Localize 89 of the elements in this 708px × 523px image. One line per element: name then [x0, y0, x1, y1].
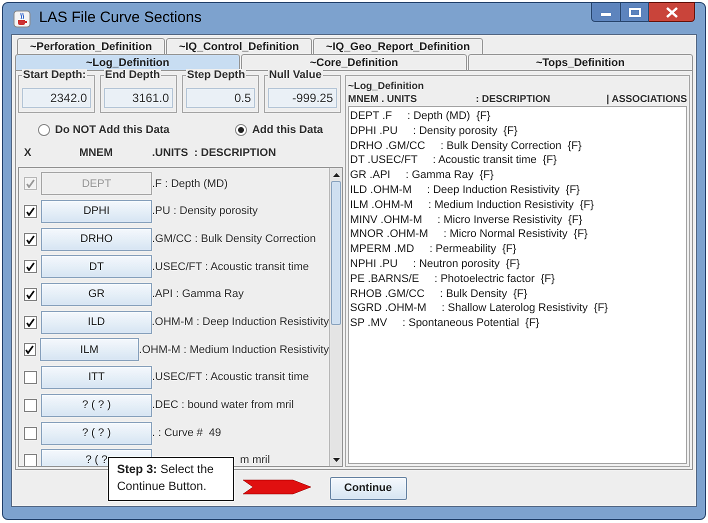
- definition-line: GR .API : Gamma Ray {F}: [350, 168, 495, 183]
- radio-button[interactable]: [38, 124, 50, 136]
- tab[interactable]: ~IQ_Geo_Report_Definition: [313, 38, 483, 54]
- checkbox[interactable]: [24, 426, 37, 440]
- input-field[interactable]: -999.25: [268, 88, 337, 108]
- curve-description: .USEC/FT : Acoustic transit time: [152, 260, 309, 275]
- check-icon: [25, 345, 34, 354]
- definition-line: MNOR .OHM-M : Micro Normal Resistivity {F}: [350, 227, 589, 242]
- mnemonic-button[interactable]: DT: [41, 255, 152, 278]
- definition-line: NPHI .PU : Neutron porosity {F}: [350, 256, 521, 272]
- mnemonic-button[interactable]: ? ( ? ): [41, 422, 152, 445]
- window-title: LAS File Curve Sections: [39, 8, 202, 28]
- maximize-button[interactable]: [621, 2, 649, 22]
- curve-description: . : Curve # 49: [152, 426, 222, 441]
- column-header: MNEM . UNITS: [348, 93, 418, 106]
- checkbox[interactable]: [24, 371, 37, 384]
- tab[interactable]: ~IQ_Control_Definition: [166, 38, 312, 54]
- column-header: MNEM: [78, 146, 114, 161]
- mnemonic-button[interactable]: ILM: [40, 338, 139, 362]
- check-icon: [26, 234, 35, 244]
- mnemonic-button[interactable]: DPHI: [41, 200, 152, 224]
- definition-line: ILD .OHM-M : Deep Induction Resistivity {F}: [350, 182, 581, 198]
- checkbox[interactable]: [24, 232, 37, 246]
- column-header: X: [23, 146, 32, 161]
- mnemonic-button[interactable]: ITT: [41, 366, 152, 390]
- definition-line: SP .MV : Spontaneous Potential {F}: [350, 316, 540, 331]
- check-icon: [26, 207, 35, 216]
- field-label: End Depth: [104, 69, 161, 82]
- column-header: .UNITS : DESCRIPTION: [152, 146, 276, 161]
- checkbox[interactable]: [24, 288, 37, 302]
- definition-line: MPERM .MD : Permeability {F}: [350, 242, 518, 257]
- scrollbar[interactable]: [329, 168, 342, 466]
- scrollbar-thumb[interactable]: [331, 181, 341, 325]
- curve-description: .USEC/FT : Acoustic transit time: [152, 370, 309, 386]
- checkbox[interactable]: [24, 316, 37, 329]
- curve-description: .API : Gamma Ray: [152, 287, 244, 302]
- definition-line: SGRD .OHM-M : Shallow Laterolog Resistivity {F}: [350, 301, 609, 316]
- check-icon: [26, 262, 35, 272]
- cup-icon: [13, 10, 31, 28]
- close-button[interactable]: [649, 2, 695, 22]
- definition-line: DRHO .GM/CC : Bulk Density Correction {F}: [350, 138, 583, 154]
- curve-description: m mril: [240, 453, 270, 466]
- definition-line: ILM .OHM-M : Medium Induction Resistivity {F}: [350, 198, 595, 213]
- down-arrow-icon: [332, 458, 340, 462]
- checkbox[interactable]: [24, 343, 36, 356]
- arrow-icon: [243, 478, 311, 496]
- definition-line: PE .BARNS/E : Photoelectric factor {F}: [350, 272, 556, 287]
- tab[interactable]: ~Log_Definition: [15, 54, 240, 70]
- mnemonic-button[interactable]: ILD: [40, 310, 152, 334]
- curve-description: .DEC : bound water from mril: [152, 398, 294, 414]
- checkbox[interactable]: [24, 205, 37, 218]
- check-icon: [26, 318, 35, 327]
- tab[interactable]: ~Tops_Definition: [468, 54, 693, 70]
- mnemonic-button[interactable]: ? ( ? ): [41, 394, 152, 417]
- mnemonic-button[interactable]: GR: [41, 283, 152, 306]
- tab[interactable]: ~Perforation_Definition: [17, 38, 165, 54]
- field-label: Start Depth:: [22, 69, 87, 82]
- input-field[interactable]: 2342.0: [22, 88, 91, 108]
- close-icon: [666, 6, 678, 18]
- up-arrow-icon: [332, 172, 340, 176]
- field-label: Step Depth: [186, 69, 246, 82]
- checkbox[interactable]: [24, 398, 37, 412]
- radio-button[interactable]: [235, 124, 248, 136]
- mnemonic-button[interactable]: DRHO: [41, 228, 152, 251]
- minimize-button[interactable]: [591, 2, 621, 22]
- curve-description: .OHM-M : Deep Induction Resistivity: [152, 315, 329, 330]
- continue-button[interactable]: Continue: [330, 476, 406, 500]
- radio-option[interactable]: Add this Data: [235, 122, 323, 138]
- definition-text-area[interactable]: [348, 106, 687, 464]
- checkbox[interactable]: [24, 260, 37, 274]
- definition-line: DPHI .PU : Density porosity {F}: [350, 124, 518, 139]
- check-icon: [26, 179, 35, 188]
- curve-description: .GM/CC : Bulk Density Correction: [152, 232, 316, 247]
- checkbox[interactable]: [24, 454, 37, 466]
- input-field[interactable]: 0.5: [186, 88, 255, 108]
- check-icon: [26, 290, 35, 300]
- column-header: : DESCRIPTION: [476, 93, 552, 106]
- column-header: | ASSOCIATIONS: [606, 93, 687, 106]
- definition-line: DEPT .F : Depth (MD) {F}: [350, 109, 492, 124]
- definition-line: RHOB .GM/CC : Bulk Density {F}: [350, 286, 528, 302]
- curve-description: .PU : Density porosity: [152, 204, 258, 220]
- definition-line: DT .USEC/FT : Acoustic transit time {F}: [350, 153, 558, 168]
- tab[interactable]: ~Core_Definition: [241, 54, 467, 70]
- curve-description: .OHM-M : Medium Induction Resistivity: [138, 342, 329, 358]
- definition-title: ~Log_Definition: [348, 80, 425, 93]
- definition-line: MINV .OHM-M : Micro Inverse Resistivity {F}: [350, 212, 584, 228]
- input-field[interactable]: 3161.0: [104, 88, 173, 108]
- curve-description: .F : Depth (MD): [152, 176, 228, 192]
- radio-option[interactable]: Do NOT Add this Data: [38, 122, 170, 138]
